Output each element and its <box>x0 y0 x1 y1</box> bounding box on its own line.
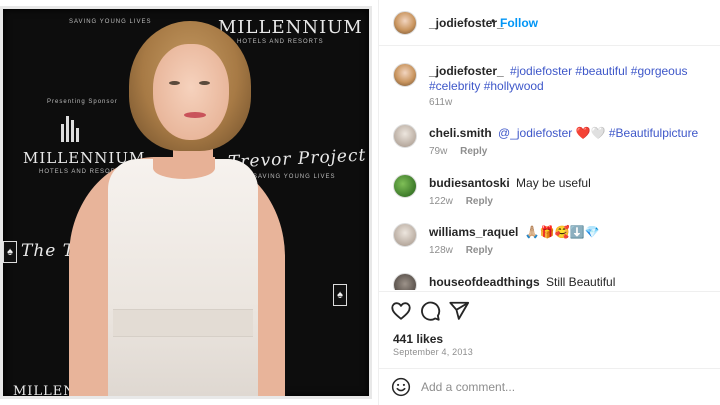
avatar[interactable] <box>393 174 417 198</box>
avatar[interactable] <box>393 63 417 87</box>
caption-username[interactable]: _jodiefoster_ <box>429 64 504 78</box>
add-comment-bar <box>379 368 720 405</box>
comment-text: cheli.smith @_jodiefoster ❤️🤍 #Beautiful… <box>429 126 709 141</box>
avatar[interactable] <box>393 223 417 247</box>
avatar[interactable] <box>393 124 417 148</box>
post-details-panel: _jodiefoster_ • Follow _jodiefoster_ #jo… <box>378 0 720 405</box>
comment-meta: 128w Reply <box>429 245 493 256</box>
comment-time: 79w <box>429 146 448 157</box>
comment-mention[interactable]: @_jodiefoster <box>498 126 572 140</box>
reply-button[interactable]: Reply <box>466 196 493 207</box>
comment-icon[interactable] <box>419 300 441 322</box>
reply-button[interactable]: Reply <box>466 245 493 256</box>
separator-dot: • <box>491 14 496 28</box>
send-icon[interactable] <box>448 300 470 322</box>
post-header: _jodiefoster_ • Follow <box>379 0 720 46</box>
heart-icon[interactable] <box>390 300 412 322</box>
comment-input[interactable] <box>421 378 701 396</box>
comment-meta: 122w Reply <box>429 196 493 207</box>
heart-emojis: ❤️🤍 <box>575 126 606 140</box>
caption-time: 611w <box>429 97 453 108</box>
comments-list[interactable]: _jodiefoster_ #jodiefoster #beautiful #g… <box>379 47 720 290</box>
caption-text: _jodiefoster_ #jodiefoster #beautiful #g… <box>429 64 709 94</box>
comment-text: houseofdeadthings Still Beautiful <box>429 275 709 290</box>
comment-time: 122w <box>429 196 453 207</box>
comment-body: May be useful <box>516 176 591 190</box>
follow-button[interactable]: Follow <box>500 16 538 30</box>
comment-hashtag[interactable]: #Beautifulpicture <box>609 126 698 140</box>
comment-username[interactable]: williams_raquel <box>429 225 518 239</box>
reply-button[interactable]: Reply <box>460 146 487 157</box>
avatar[interactable] <box>393 273 417 290</box>
avatar[interactable] <box>393 11 417 35</box>
comment-username[interactable]: budiesantoski <box>429 176 510 190</box>
comment-username[interactable]: cheli.smith <box>429 126 492 140</box>
post-photo[interactable]: SAVING YOUNG LIVES MILLENNIUM HOTELS AND… <box>0 0 378 405</box>
action-bar <box>379 291 720 331</box>
comment-body: Still Beautiful <box>546 275 616 289</box>
likes-count[interactable]: 441 likes <box>393 332 443 346</box>
comment-text: williams_raquel 🙏🏼🎁🥰⬇️💎 <box>429 225 709 240</box>
comment-text: budiesantoski May be useful <box>429 176 709 191</box>
photo-frame: SAVING YOUNG LIVES MILLENNIUM HOTELS AND… <box>0 6 372 399</box>
smiley-icon[interactable] <box>391 377 411 397</box>
comment-body: 🙏🏼🎁🥰⬇️💎 <box>524 225 600 239</box>
comment-username[interactable]: houseofdeadthings <box>429 275 540 289</box>
post-date: September 4, 2013 <box>393 347 473 357</box>
woman-portrait <box>3 9 369 396</box>
comment-meta: 79w Reply <box>429 146 487 157</box>
comment-time: 128w <box>429 245 453 256</box>
